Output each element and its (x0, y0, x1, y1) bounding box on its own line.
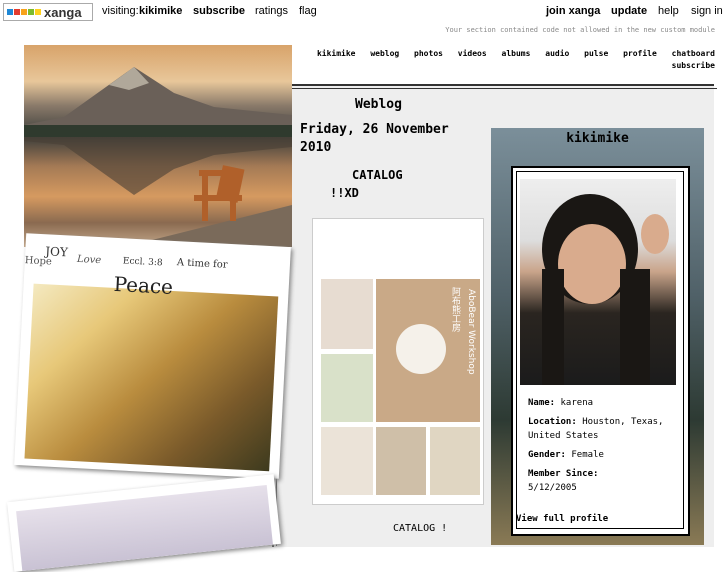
nav-item-kikimike[interactable]: kikimike (317, 49, 356, 58)
field-label: Gender: (528, 450, 566, 460)
field-value: Female (571, 450, 604, 460)
field-label: Member Since: (528, 469, 599, 479)
profile-field-name: Name: karena (528, 396, 593, 410)
post-main-image: AboBear Workshop 阿布熊工房 (376, 279, 480, 422)
lake-photo-art (24, 67, 292, 247)
collage-text-eccl: Eccl. 3:8 (122, 256, 163, 269)
field-value: 5/12/2005 (528, 483, 577, 493)
nav-item-pulse[interactable]: pulse (584, 49, 608, 58)
weblog-title: Weblog (355, 97, 402, 112)
peace-collage: Hope JOY Love Eccl. 3:8 A time for Peace (14, 233, 291, 479)
collage-text-atime: A time for (176, 257, 228, 271)
profile-username[interactable]: kikimike (491, 131, 704, 146)
custom-module-notice: Your section contained code not allowed … (445, 26, 715, 34)
nav-item-photos[interactable]: photos (414, 49, 443, 58)
flag-link[interactable]: flag (299, 5, 317, 17)
flower-shape (396, 324, 446, 374)
bottom-photo-frame (7, 474, 281, 572)
nav-item-audio[interactable]: audio (545, 49, 569, 58)
post-thumb (321, 354, 373, 422)
xanga-logo[interactable]: xanga (3, 3, 93, 21)
site-nav: kikimike weblog photos videos albums aud… (285, 48, 715, 72)
field-value: karena (560, 398, 594, 408)
collage-text-love: Love (76, 253, 102, 267)
logo-square-icon (35, 9, 41, 15)
profile-field-location: Location: Houston, Texas, United States (528, 415, 678, 443)
nav-item-albums[interactable]: albums (502, 49, 531, 58)
ratings-link[interactable]: ratings (255, 5, 288, 17)
nav-item-subscribe[interactable]: subscribe (672, 61, 715, 70)
post-image-text-cn: 阿布熊工房 (450, 287, 460, 332)
collage-text-joy: JOY (44, 244, 69, 260)
post-caption: CATALOG ! (393, 523, 448, 534)
post-thumb (376, 427, 426, 495)
nav-item-profile[interactable]: profile (623, 49, 657, 58)
lake-photo (24, 45, 292, 247)
nav-item-videos[interactable]: videos (458, 49, 487, 58)
post-thumb (321, 279, 373, 349)
nav-item-chatboard[interactable]: chatboard (672, 49, 715, 58)
post-date: Friday, 26 November 2010 (300, 122, 449, 155)
field-label: Name: (528, 398, 556, 408)
profile-avatar[interactable] (520, 179, 676, 385)
sunset-photo (24, 283, 279, 472)
post-subtitle: !!XD (330, 186, 359, 200)
visited-user-link[interactable]: kikimike (139, 5, 182, 17)
post-title[interactable]: CATALOG (352, 168, 403, 182)
view-full-profile-link[interactable]: View full profile (516, 514, 608, 524)
post-thumb (430, 427, 480, 495)
post-image: AboBear Workshop 阿布熊工房 (312, 218, 484, 505)
post-image-text: AboBear Workshop (466, 289, 476, 375)
subscribe-link[interactable]: subscribe (193, 5, 245, 17)
logo-square-icon (21, 9, 27, 15)
bottom-photo (16, 484, 273, 571)
avatar-art (542, 194, 669, 385)
logo-text: xanga (44, 4, 82, 20)
field-label: Location: (528, 417, 577, 427)
profile-field-gender: Gender: Female (528, 448, 604, 462)
collage-text-peace: Peace (113, 271, 174, 299)
join-xanga-link[interactable]: join xanga (546, 5, 600, 17)
help-link[interactable]: help (658, 5, 679, 17)
sign-in-link[interactable]: sign in (691, 5, 723, 17)
profile-field-member-since: Member Since: 5/12/2005 (528, 467, 668, 495)
update-link[interactable]: update (611, 5, 647, 17)
top-bar: xanga visiting: kikimike subscribe ratin… (0, 0, 727, 24)
nav-item-weblog[interactable]: weblog (370, 49, 399, 58)
post-thumb (321, 427, 373, 495)
visiting-label: visiting: (102, 5, 139, 17)
logo-square-icon (28, 9, 34, 15)
logo-square-icon (14, 9, 20, 15)
logo-square-icon (7, 9, 13, 15)
